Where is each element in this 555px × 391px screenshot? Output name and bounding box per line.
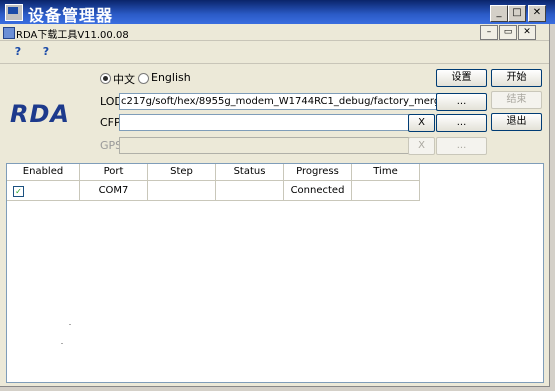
column-header-status[interactable]: Status [216, 164, 284, 181]
minimize-button[interactable]: _ [490, 5, 508, 22]
artifact-dot [61, 343, 63, 344]
cfp-path-field[interactable] [119, 114, 409, 131]
rda-logo-text: RDA [10, 100, 70, 128]
rda-logo: RDA [10, 100, 70, 128]
app-icon [3, 27, 15, 39]
table-row-status-cell [216, 181, 284, 201]
about-icon[interactable]: ? [38, 44, 54, 60]
column-header-enabled[interactable]: Enabled [7, 164, 80, 181]
device-manager-icon [5, 4, 23, 21]
app-close-button[interactable]: ✕ [518, 25, 536, 40]
table-row-progress-cell: Connected [284, 181, 352, 201]
app-maximize-button[interactable]: ▭ [499, 25, 517, 40]
gps-browse-button: ... [436, 137, 487, 155]
window-title-bar: 设备管理器 _ □ ✕ [0, 0, 555, 25]
lod-browse-button[interactable]: ... [436, 93, 487, 111]
column-header-step[interactable]: Step [148, 164, 216, 181]
window-title: 设备管理器 [28, 6, 114, 25]
help-icon[interactable]: ? [10, 44, 26, 60]
toolbar: ? ? [0, 40, 549, 64]
table-row-step-cell [148, 181, 216, 201]
app-minimize-button[interactable]: – [480, 25, 498, 40]
artifact-dot [69, 324, 71, 325]
gps-path-field [119, 137, 409, 154]
table-row-enabled-cell: ✓ [7, 181, 80, 201]
app-window: RDA下载工具V11.00.08 – ▭ ✕ ? ? 中文 English RD… [0, 24, 550, 387]
device-table: Enabled Port Step Status Progress Time ✓… [6, 163, 544, 383]
settings-button[interactable]: 设置 [436, 69, 487, 87]
cfp-clear-button[interactable]: X [408, 114, 435, 132]
column-header-progress[interactable]: Progress [284, 164, 352, 181]
column-header-time[interactable]: Time [352, 164, 420, 181]
start-button[interactable]: 开始 [491, 69, 542, 87]
maximize-button[interactable]: □ [508, 5, 526, 22]
column-header-port[interactable]: Port [80, 164, 148, 181]
cfp-browse-button[interactable]: ... [436, 114, 487, 132]
radio-english-label: English [151, 71, 191, 84]
cfp-label: CFP [100, 116, 121, 129]
radio-chinese[interactable] [100, 73, 111, 84]
stop-button: 结束 [491, 91, 542, 109]
close-button[interactable]: ✕ [528, 5, 546, 22]
lod-path-field[interactable]: c217g/soft/hex/8955g_modem_W1744RC1_debu… [119, 93, 437, 110]
app-title: RDA下载工具V11.00.08 [16, 30, 129, 41]
radio-english[interactable] [138, 73, 149, 84]
gps-clear-button: X [408, 137, 435, 155]
radio-chinese-label: 中文 [113, 73, 135, 86]
exit-button[interactable]: 退出 [491, 113, 542, 131]
enabled-checkbox[interactable]: ✓ [13, 186, 24, 197]
table-row-port-cell: COM7 [80, 181, 148, 201]
app-title-bar: RDA下载工具V11.00.08 – ▭ ✕ [0, 24, 549, 41]
table-row-time-cell [352, 181, 420, 201]
